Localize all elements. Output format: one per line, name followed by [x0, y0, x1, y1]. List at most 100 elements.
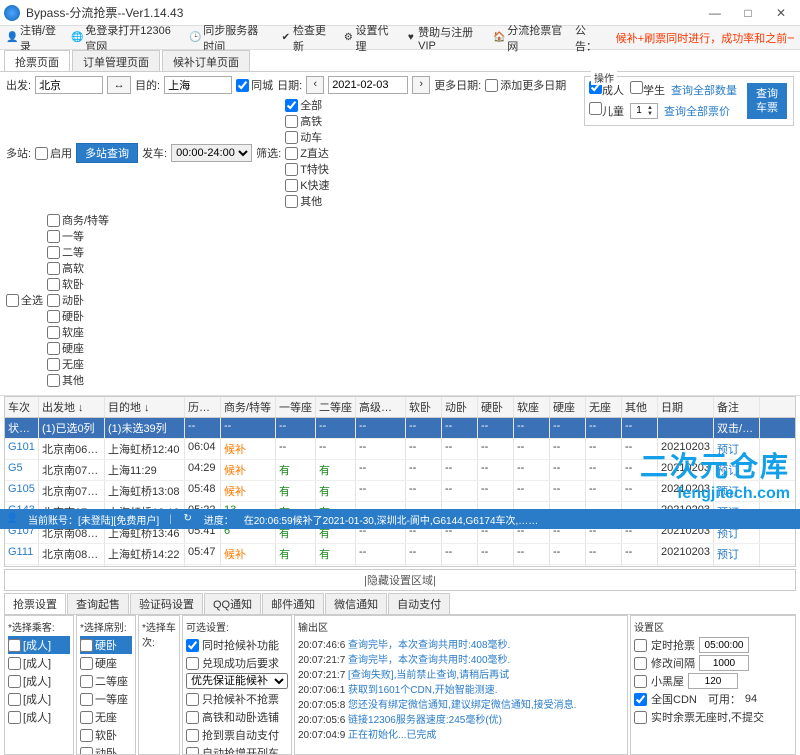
interval-input[interactable] [699, 655, 749, 671]
set-proxy-link[interactable]: ⚙设置代理 [343, 22, 394, 54]
col-header-2[interactable]: 目的地 ↓ [105, 397, 185, 417]
multi-query-button[interactable]: 多站查询 [76, 143, 138, 163]
selectall-checkbox[interactable] [6, 294, 19, 307]
table-body[interactable]: 状态栏(1)已选0列(1)未选39列----------------------… [5, 418, 795, 566]
blackroom-checkbox[interactable] [634, 675, 647, 688]
addmoredate-checkbox[interactable] [485, 79, 498, 92]
date-prev-button[interactable]: ‹ [306, 76, 324, 94]
hide-settings-toggle[interactable]: |隐藏设置区域| [4, 569, 796, 591]
child-checkbox[interactable] [589, 102, 602, 115]
passenger-item[interactable]: [成人] [8, 672, 70, 690]
tab-houbu-orders[interactable]: 候补订单页面 [162, 50, 250, 71]
table-row[interactable]: G5北京南07:00上海11:2904:29候补有有--------------… [5, 460, 795, 481]
type-filter-3[interactable] [285, 147, 298, 160]
logout-link[interactable]: 👤注销/登录 [6, 22, 59, 54]
col-header-7[interactable]: 高级软卧 [356, 397, 406, 417]
student-checkbox[interactable] [630, 81, 643, 94]
cdn-checkbox[interactable] [634, 693, 647, 706]
type-filter-5[interactable] [285, 179, 298, 192]
swap-button[interactable]: ↔ [107, 76, 131, 94]
type-filter-0[interactable] [285, 99, 298, 112]
col-header-14[interactable]: 其他 [622, 397, 658, 417]
col-header-9[interactable]: 动卧 [442, 397, 478, 417]
date-next-button[interactable]: › [412, 76, 430, 94]
seat-filter-10[interactable] [47, 374, 60, 387]
seat-filter-8[interactable] [47, 342, 60, 355]
col-header-16[interactable]: 备注 [714, 397, 760, 417]
col-header-1[interactable]: 出发地 ↓ [39, 397, 105, 417]
opt-berth-checkbox[interactable] [186, 711, 199, 724]
type-filter-6[interactable] [285, 195, 298, 208]
seat-filter-4[interactable] [47, 278, 60, 291]
sync-time-link[interactable]: 🕒同步服务器时间 [189, 22, 268, 54]
check-update-link[interactable]: ✔检查更新 [281, 22, 332, 54]
col-header-6[interactable]: 二等座 [316, 397, 356, 417]
passenger-item[interactable]: [成人] [8, 636, 70, 654]
opt-priority-select[interactable]: 优先保证能候补 [186, 673, 288, 689]
col-header-0[interactable]: 车次 [5, 397, 39, 417]
type-filter-2[interactable] [285, 131, 298, 144]
type-filter-1[interactable] [285, 115, 298, 128]
seat-filter-7[interactable] [47, 326, 60, 339]
passenger-item[interactable]: [成人] [8, 708, 70, 726]
btab-5[interactable]: 微信通知 [325, 593, 387, 614]
multi-enable-checkbox[interactable] [35, 147, 48, 160]
btab-4[interactable]: 邮件通知 [262, 593, 324, 614]
seat-item[interactable]: 二等座 [80, 672, 132, 690]
timed-checkbox[interactable] [634, 639, 647, 652]
passenger-item[interactable]: [成人] [8, 654, 70, 672]
seat-item[interactable]: 软卧 [80, 726, 132, 744]
open-12306-link[interactable]: 🌐免登录打开12306官网 [71, 22, 177, 54]
passenger-item[interactable]: [成人] [8, 690, 70, 708]
to-input[interactable] [164, 76, 232, 94]
seat-filter-9[interactable] [47, 358, 60, 371]
query-tickets-button[interactable]: 查询车票 [747, 83, 787, 119]
depart-select[interactable]: 00:00-24:00 [171, 144, 252, 162]
seat-item[interactable]: 一等座 [80, 690, 132, 708]
table-row[interactable]: G101北京南06:36上海虹桥12:4006:04候补------------… [5, 439, 795, 460]
samecity-checkbox[interactable] [236, 79, 249, 92]
btab-6[interactable]: 自动支付 [388, 593, 450, 614]
vip-link[interactable]: ♥赞助与注册VIP [406, 24, 482, 52]
type-filter-4[interactable] [285, 163, 298, 176]
noseat-checkbox[interactable] [634, 711, 647, 724]
blackroom-input[interactable] [688, 673, 738, 689]
btab-1[interactable]: 查询起售 [67, 593, 129, 614]
seat-item[interactable]: 硬卧 [80, 636, 132, 654]
col-header-8[interactable]: 软卧 [406, 397, 442, 417]
opt-houbu-checkbox[interactable] [186, 639, 199, 652]
seat-filter-3[interactable] [47, 262, 60, 275]
opt-autopay-checkbox[interactable] [186, 729, 199, 742]
seat-item[interactable]: 无座 [80, 708, 132, 726]
tab-orders[interactable]: 订单管理页面 [72, 50, 160, 71]
table-row[interactable]: G105北京南07:20上海虹桥13:0805:48候补有有----------… [5, 481, 795, 502]
bypass-site-link[interactable]: 🏠分流抢票官网 [493, 22, 563, 54]
child-count-spinner[interactable]: ▲▼ [630, 103, 658, 119]
seat-filter-1[interactable] [47, 230, 60, 243]
minimize-button[interactable]: — [700, 6, 730, 20]
table-row[interactable]: G113北京南08:50上海虹桥14:3305:43候补有有----------… [5, 565, 795, 566]
tab-ticket[interactable]: 抢票页面 [4, 50, 70, 71]
seat-filter-5[interactable] [47, 294, 60, 307]
btab-2[interactable]: 验证码设置 [130, 593, 203, 614]
col-header-12[interactable]: 硬座 [550, 397, 586, 417]
col-header-5[interactable]: 一等座 [276, 397, 316, 417]
col-header-13[interactable]: 无座 [586, 397, 622, 417]
status-row[interactable]: 状态栏(1)已选0列(1)未选39列----------------------… [5, 418, 795, 439]
close-button[interactable]: ✕ [766, 6, 796, 20]
btab-0[interactable]: 抢票设置 [4, 593, 66, 614]
col-header-15[interactable]: 日期 [658, 397, 714, 417]
col-header-10[interactable]: 硬卧 [478, 397, 514, 417]
from-input[interactable] [35, 76, 103, 94]
maximize-button[interactable]: □ [733, 6, 763, 20]
seat-filter-0[interactable] [47, 214, 60, 227]
opt-cash-checkbox[interactable] [186, 657, 199, 670]
seat-filter-2[interactable] [47, 246, 60, 259]
btab-3[interactable]: QQ通知 [204, 593, 261, 614]
seat-item[interactable]: 硬座 [80, 654, 132, 672]
query-remain-link[interactable]: 查询全部数量 [671, 82, 737, 98]
opt-onlyhoubu-checkbox[interactable] [186, 693, 199, 706]
timed-input[interactable] [699, 637, 749, 653]
date-input[interactable] [328, 76, 408, 94]
col-header-3[interactable]: 历时 ↓ [185, 397, 221, 417]
